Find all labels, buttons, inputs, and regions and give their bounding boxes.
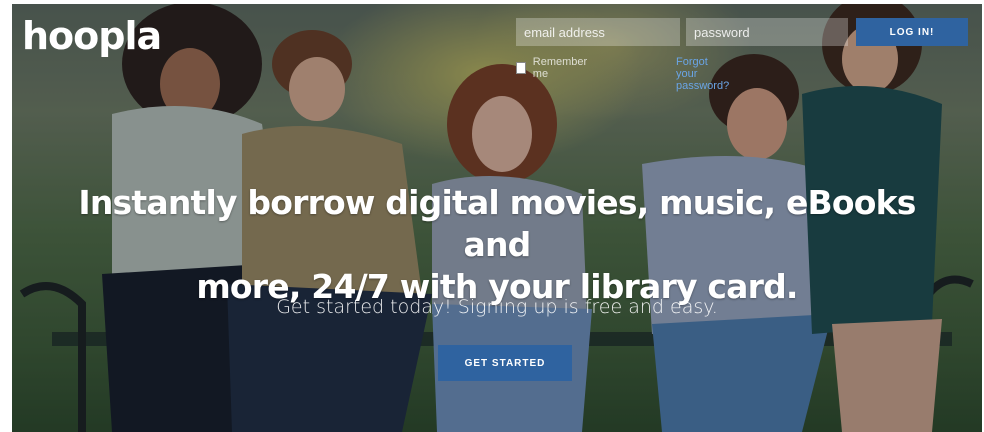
hero-banner: hoopla LOG IN! Remember me Forgot your p…	[12, 4, 982, 432]
remember-me-label: Remember me	[532, 56, 588, 80]
hero-subtitle: Get started today! Signing up is free an…	[276, 296, 718, 318]
hero-headline-line-1: Instantly borrow digital movies, music, …	[78, 183, 916, 264]
remember-me[interactable]: Remember me	[516, 56, 589, 80]
get-started-button[interactable]: GET STARTED	[438, 345, 572, 381]
hoopla-logo[interactable]: hoopla	[22, 14, 162, 58]
forgot-password-link[interactable]: Forgot your password?	[676, 56, 729, 92]
hero-headline: Instantly borrow digital movies, music, …	[72, 182, 922, 308]
login-button[interactable]: LOG IN!	[856, 18, 968, 46]
password-input[interactable]	[686, 18, 848, 46]
email-input[interactable]	[516, 18, 680, 46]
remember-me-checkbox[interactable]	[516, 62, 526, 74]
